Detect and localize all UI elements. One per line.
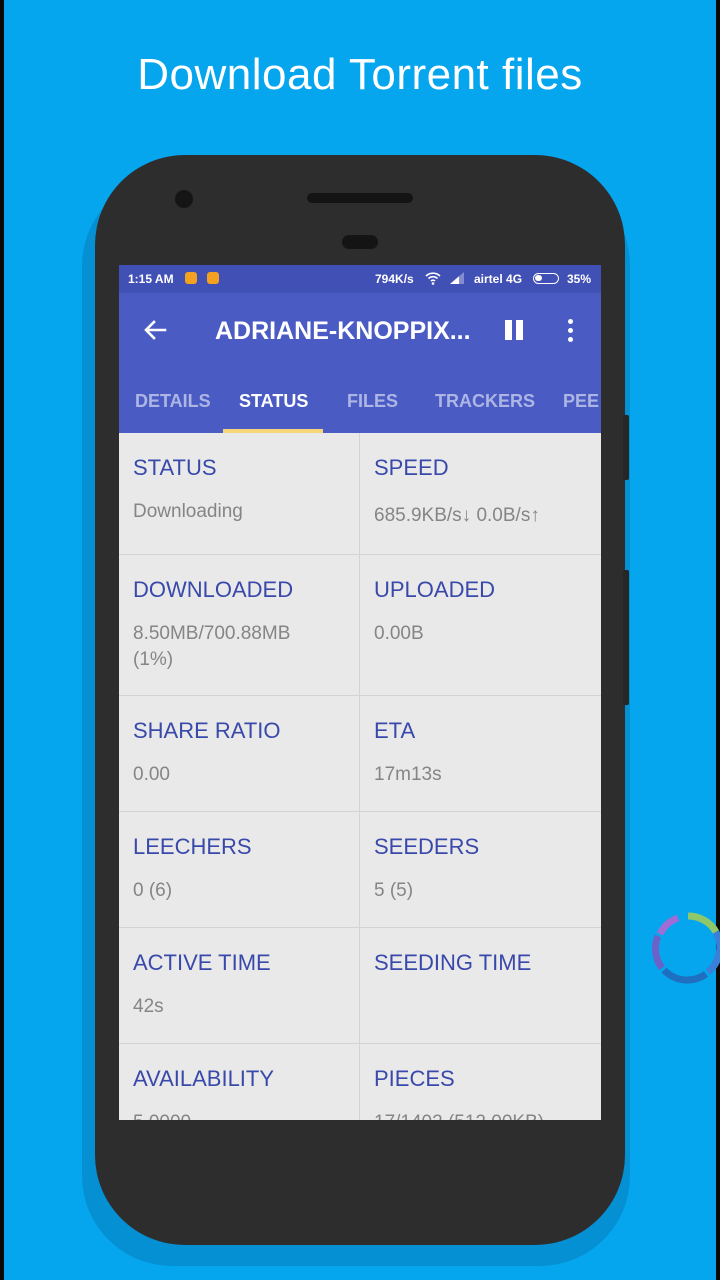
stat-cell-downloaded: DOWNLOADED 8.50MB/700.88MB (1%) — [119, 555, 359, 695]
carrier-label: airtel 4G — [474, 272, 523, 286]
earpiece-speaker — [307, 193, 413, 203]
wifi-icon — [425, 272, 441, 285]
stat-value: 0.00 — [133, 764, 170, 785]
app-toolbar: ADRIANE-KNOPPIX... — [119, 293, 601, 369]
headline: Download Torrent files — [137, 50, 583, 99]
stat-row: AVAILABILITY 5.0000 PIECES 17/1402 (512.… — [119, 1044, 601, 1120]
tab-status[interactable]: STATUS — [239, 391, 308, 412]
stat-cell-speed: SPEED 685.9KB/s↓ 0.0B/s↑ — [359, 433, 599, 554]
stat-cell-availability: AVAILABILITY 5.0000 — [119, 1044, 359, 1120]
battery-level — [535, 275, 542, 281]
stat-value: 8.50MB/700.88MB (1%) — [133, 623, 291, 670]
notification-icon — [185, 272, 197, 284]
front-camera — [175, 190, 193, 208]
loading-spinner-icon — [651, 912, 720, 984]
stat-value: 0 (6) — [133, 880, 173, 901]
stat-cell-seeders: SEEDERS 5 (5) — [359, 812, 599, 927]
stat-value: 5 (5) — [374, 880, 414, 901]
stat-label: PIECES — [374, 1066, 455, 1091]
stat-cell-active-time: ACTIVE TIME 42s — [119, 928, 359, 1043]
stat-cell-uploaded: UPLOADED 0.00B — [359, 555, 599, 695]
stat-cell-seeding-time: SEEDING TIME — [359, 928, 599, 1043]
stat-value: Downloading — [133, 501, 243, 522]
tab-trackers[interactable]: TRACKERS — [435, 391, 535, 412]
left-border — [0, 0, 4, 1280]
stat-label: ETA — [374, 718, 416, 743]
stat-row: ACTIVE TIME 42s SEEDING TIME — [119, 928, 601, 1044]
phone-power-button — [623, 570, 629, 705]
stat-value: 0.00B — [374, 623, 424, 644]
status-bar: 1:15 AM 794K/s airtel 4G 35% — [119, 265, 601, 293]
torrent-title: ADRIANE-KNOPPIX... — [215, 317, 471, 345]
stat-row: SHARE RATIO 0.00 ETA 17m13s — [119, 696, 601, 812]
battery-icon — [533, 273, 559, 284]
stat-value: 17m13s — [374, 764, 442, 785]
stat-label: SHARE RATIO — [133, 718, 281, 743]
stat-value: 42s — [133, 996, 164, 1017]
tab-details[interactable]: DETAILS — [135, 391, 211, 412]
back-arrow-icon[interactable] — [141, 315, 171, 345]
tab-bar: DETAILS STATUS FILES TRACKERS PEE — [119, 369, 601, 433]
stat-label: SEEDING TIME — [374, 950, 532, 975]
stat-label: DOWNLOADED — [133, 577, 294, 602]
stat-label: SEEDERS — [374, 834, 480, 859]
proximity-sensor — [342, 235, 378, 249]
more-options-icon[interactable] — [559, 315, 583, 347]
stat-label: SPEED — [374, 455, 449, 480]
stat-cell-status: STATUS Downloading — [119, 433, 359, 554]
phone-volume-button — [623, 415, 629, 480]
stat-value: 685.9KB/s↓ 0.0B/s↑ — [374, 505, 540, 526]
stat-cell-leechers: LEECHERS 0 (6) — [119, 812, 359, 927]
right-border — [716, 0, 720, 1280]
status-grid: STATUS Downloading SPEED 685.9KB/s↓ 0.0B… — [119, 433, 601, 1120]
stat-value: 17/1402 (512.00KB) — [374, 1110, 544, 1120]
stat-cell-eta: ETA 17m13s — [359, 696, 599, 811]
stat-value: 5.0000 — [133, 1110, 191, 1120]
stat-cell-share-ratio: SHARE RATIO 0.00 — [119, 696, 359, 811]
notification-icon — [207, 272, 219, 284]
stat-row: STATUS Downloading SPEED 685.9KB/s↓ 0.0B… — [119, 433, 601, 555]
stat-label: ACTIVE TIME — [133, 950, 271, 975]
stat-label: STATUS — [133, 455, 217, 480]
stat-label: LEECHERS — [133, 834, 252, 859]
battery-percent: 35% — [567, 272, 592, 286]
stat-row: LEECHERS 0 (6) SEEDERS 5 (5) — [119, 812, 601, 928]
cell-signal-icon — [450, 272, 464, 284]
status-time: 1:15 AM — [128, 272, 174, 286]
network-speed: 794K/s — [375, 272, 414, 286]
tab-peers[interactable]: PEE — [563, 391, 599, 412]
stat-row: DOWNLOADED 8.50MB/700.88MB (1%) UPLOADED… — [119, 555, 601, 696]
pause-icon[interactable] — [501, 318, 527, 344]
tab-files[interactable]: FILES — [347, 391, 398, 412]
stat-label: UPLOADED — [374, 577, 496, 602]
stat-cell-pieces: PIECES 17/1402 (512.00KB) — [359, 1044, 599, 1120]
stat-label: AVAILABILITY — [133, 1066, 275, 1091]
app-screen: 1:15 AM 794K/s airtel 4G 35% ADRIANE-KNO… — [119, 265, 601, 1120]
